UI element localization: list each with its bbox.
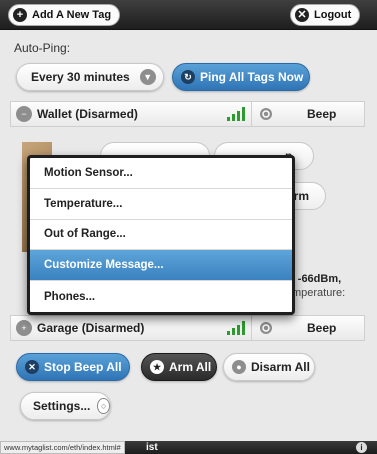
- menu-item-customize-message[interactable]: Customize Message...: [30, 250, 292, 282]
- beep-icon[interactable]: [259, 321, 273, 335]
- autoping-interval-value: Every 30 minutes: [31, 70, 130, 84]
- refresh-icon: ↻: [181, 70, 195, 84]
- close-icon: ✕: [25, 360, 39, 374]
- tag-options-menu: Motion Sensor... Temperature... Out of R…: [27, 155, 295, 315]
- add-tag-label: Add A New Tag: [32, 9, 112, 21]
- arm-all-button[interactable]: ★ Arm All: [141, 353, 217, 381]
- menu-item-phones[interactable]: Phones...: [30, 281, 292, 312]
- star-icon: ★: [150, 360, 164, 374]
- tag-row-garage[interactable]: + Garage (Disarmed) Beep: [10, 315, 365, 341]
- divider: [251, 316, 252, 340]
- stop-beep-all-button[interactable]: ✕ Stop Beep All: [16, 353, 130, 381]
- add-tag-button[interactable]: + Add A New Tag: [8, 4, 121, 26]
- minus-icon: −: [16, 106, 32, 122]
- top-toolbar: + Add A New Tag ✕ Logout: [0, 0, 377, 30]
- menu-item-out-of-range[interactable]: Out of Range...: [30, 220, 292, 251]
- disarm-all-label: Disarm All: [251, 360, 310, 374]
- status-url: www.mytaglist.com/eth/index.html#: [0, 441, 125, 454]
- signal-strength-icon: [227, 107, 247, 121]
- tag-name: Garage (Disarmed): [37, 321, 145, 335]
- beep-button[interactable]: Beep: [307, 321, 336, 335]
- footer-bar: www.mytaglist.com/eth/index.html# ist i: [0, 441, 377, 454]
- settings-button[interactable]: Settings... ○: [20, 392, 111, 420]
- signal-strength-icon: [227, 321, 247, 335]
- disarm-all-button[interactable]: ● Disarm All: [223, 353, 315, 381]
- menu-item-temperature[interactable]: Temperature...: [30, 189, 292, 220]
- tag-row-wallet[interactable]: − Wallet (Disarmed) Beep: [10, 101, 365, 127]
- beep-button[interactable]: Beep: [307, 107, 336, 121]
- autoping-label: Auto-Ping:: [14, 41, 71, 55]
- logout-label: Logout: [314, 9, 352, 21]
- settings-circle-icon: ○: [97, 398, 110, 414]
- chevron-down-icon: ▼: [139, 69, 156, 85]
- settings-label: Settings...: [33, 399, 91, 413]
- signal-text: l: -66dBm,: [288, 273, 342, 285]
- circle-icon: ●: [232, 360, 246, 374]
- divider: [251, 102, 252, 126]
- plus-icon: +: [13, 8, 27, 22]
- info-icon[interactable]: i: [356, 442, 367, 453]
- close-icon: ✕: [295, 8, 309, 22]
- ping-all-label: Ping All Tags Now: [200, 70, 304, 84]
- tag-name: Wallet (Disarmed): [37, 107, 138, 121]
- plus-icon: +: [16, 320, 32, 336]
- arm-all-label: Arm All: [169, 360, 212, 374]
- ping-all-button[interactable]: ↻ Ping All Tags Now: [172, 63, 310, 91]
- logout-button[interactable]: ✕ Logout: [290, 4, 361, 26]
- footer-label: ist: [146, 442, 158, 453]
- autoping-interval-select[interactable]: Every 30 minutes ▼: [16, 63, 164, 91]
- beep-icon[interactable]: [259, 107, 273, 121]
- menu-item-motion-sensor[interactable]: Motion Sensor...: [30, 158, 292, 189]
- temperature-text: mperature:: [292, 287, 346, 299]
- stop-beep-all-label: Stop Beep All: [44, 360, 122, 374]
